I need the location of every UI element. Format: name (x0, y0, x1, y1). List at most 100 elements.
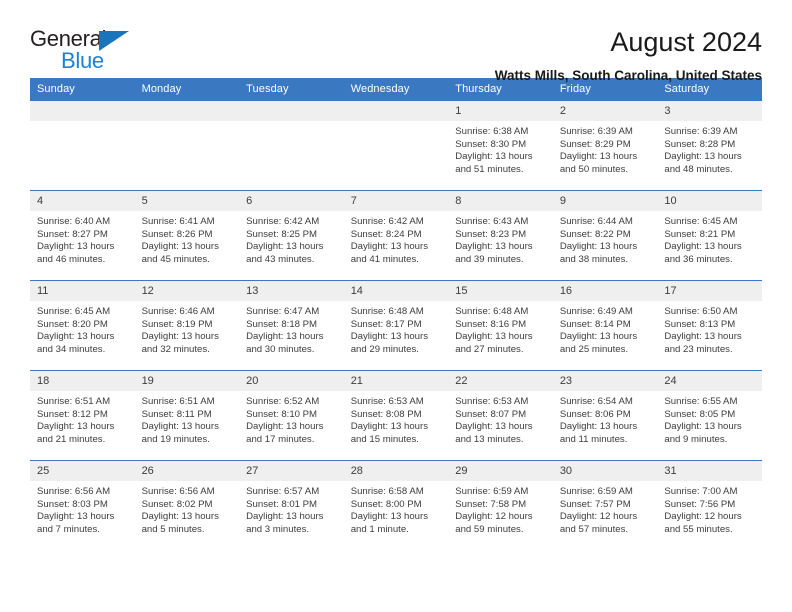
day-number: 4 (30, 191, 135, 211)
weekday-header-sunday: Sunday (30, 78, 135, 101)
calendar-day-cell[interactable]: 20 Sunrise: 6:52 AM Sunset: 8:10 PM Dayl… (239, 370, 344, 461)
calendar-day-cell[interactable]: 14 Sunrise: 6:48 AM Sunset: 8:17 PM Dayl… (343, 280, 449, 371)
day-info: Sunrise: 6:48 AM Sunset: 8:16 PM Dayligh… (448, 301, 553, 356)
calendar-day-cell[interactable]: 17 Sunrise: 6:50 AM Sunset: 8:13 PM Dayl… (657, 280, 762, 371)
sunset-text: Sunset: 8:06 PM (559, 408, 631, 420)
day-number: 8 (448, 191, 553, 211)
day-number (239, 101, 344, 121)
calendar-day-cell[interactable] (134, 100, 240, 191)
calendar-week-row: 4 Sunrise: 6:40 AM Sunset: 8:27 PM Dayli… (30, 190, 762, 281)
daylight-text-line2: and 45 minutes. (141, 253, 210, 265)
day-number: 20 (239, 371, 344, 391)
calendar-day-cell[interactable]: 25 Sunrise: 6:56 AM Sunset: 8:03 PM Dayl… (30, 460, 135, 550)
sunset-text: Sunset: 8:00 PM (350, 498, 422, 510)
day-info: Sunrise: 6:50 AM Sunset: 8:13 PM Dayligh… (657, 301, 762, 356)
day-number: 7 (343, 191, 449, 211)
calendar-day-cell[interactable]: 4 Sunrise: 6:40 AM Sunset: 8:27 PM Dayli… (30, 190, 135, 281)
sunrise-text: Sunrise: 6:41 AM (141, 216, 215, 227)
sunset-text: Sunset: 8:21 PM (664, 228, 736, 240)
day-info: Sunrise: 6:52 AM Sunset: 8:10 PM Dayligh… (239, 391, 344, 446)
daylight-text-line1: Daylight: 13 hours (37, 331, 115, 343)
calendar-day-cell[interactable]: 10 Sunrise: 6:45 AM Sunset: 8:21 PM Dayl… (657, 190, 762, 281)
day-info: Sunrise: 6:56 AM Sunset: 8:02 PM Dayligh… (135, 481, 240, 536)
day-number: 24 (657, 371, 762, 391)
daylight-text-line1: Daylight: 13 hours (559, 151, 638, 163)
calendar-day-cell[interactable]: 21 Sunrise: 6:53 AM Sunset: 8:08 PM Dayl… (343, 370, 449, 461)
daylight-text-line1: Daylight: 13 hours (37, 241, 115, 253)
calendar-day-cell[interactable]: 13 Sunrise: 6:47 AM Sunset: 8:18 PM Dayl… (239, 280, 344, 371)
day-info: Sunrise: 6:42 AM Sunset: 8:24 PM Dayligh… (344, 211, 449, 266)
day-number: 29 (448, 461, 553, 481)
day-number: 5 (134, 191, 240, 211)
calendar-day-cell[interactable]: 23 Sunrise: 6:54 AM Sunset: 8:06 PM Dayl… (552, 370, 658, 461)
calendar-day-cell[interactable]: 30 Sunrise: 6:59 AM Sunset: 7:57 PM Dayl… (552, 460, 658, 550)
calendar-day-cell[interactable]: 5 Sunrise: 6:41 AM Sunset: 8:26 PM Dayli… (134, 190, 240, 281)
weekday-header-wednesday: Wednesday (343, 78, 449, 101)
calendar-day-cell[interactable]: 8 Sunrise: 6:43 AM Sunset: 8:23 PM Dayli… (448, 190, 553, 281)
day-number: 13 (239, 281, 344, 301)
day-info: Sunrise: 6:45 AM Sunset: 8:21 PM Dayligh… (657, 211, 762, 266)
daylight-text-line2: and 34 minutes. (37, 343, 106, 355)
sunrise-text: Sunrise: 6:56 AM (37, 486, 111, 497)
daylight-text-line2: and 5 minutes. (141, 523, 205, 535)
calendar-day-cell[interactable]: 15 Sunrise: 6:48 AM Sunset: 8:16 PM Dayl… (448, 280, 553, 371)
daylight-text-line1: Daylight: 13 hours (559, 421, 638, 433)
daylight-text-line1: Daylight: 13 hours (455, 331, 533, 343)
calendar-day-cell[interactable]: 28 Sunrise: 6:58 AM Sunset: 8:00 PM Dayl… (343, 460, 449, 550)
sunset-text: Sunset: 8:20 PM (37, 318, 108, 330)
day-info: Sunrise: 6:45 AM Sunset: 8:20 PM Dayligh… (30, 301, 135, 356)
general-blue-logo[interactable]: General Blue (30, 26, 150, 78)
calendar-day-cell[interactable]: 3 Sunrise: 6:39 AM Sunset: 8:28 PM Dayli… (657, 100, 762, 191)
calendar-day-cell[interactable]: 1 Sunrise: 6:38 AM Sunset: 8:30 PM Dayli… (448, 100, 553, 191)
day-info: Sunrise: 6:40 AM Sunset: 8:27 PM Dayligh… (30, 211, 135, 266)
calendar-day-cell[interactable]: 26 Sunrise: 6:56 AM Sunset: 8:02 PM Dayl… (134, 460, 240, 550)
sunrise-text: Sunrise: 6:55 AM (664, 396, 738, 407)
sunset-text: Sunset: 8:16 PM (455, 318, 527, 330)
sunset-text: Sunset: 8:11 PM (141, 408, 212, 420)
sunset-text: Sunset: 7:58 PM (455, 498, 527, 510)
calendar-day-cell[interactable]: 31 Sunrise: 7:00 AM Sunset: 7:56 PM Dayl… (657, 460, 762, 550)
calendar-day-cell[interactable]: 11 Sunrise: 6:45 AM Sunset: 8:20 PM Dayl… (30, 280, 135, 371)
calendar-week-row: 18 Sunrise: 6:51 AM Sunset: 8:12 PM Dayl… (30, 370, 762, 461)
sunset-text: Sunset: 8:18 PM (246, 318, 318, 330)
sunrise-text: Sunrise: 6:59 AM (455, 486, 529, 497)
day-info: Sunrise: 6:55 AM Sunset: 8:05 PM Dayligh… (657, 391, 762, 446)
calendar-day-cell[interactable]: 29 Sunrise: 6:59 AM Sunset: 7:58 PM Dayl… (448, 460, 553, 550)
day-info: Sunrise: 6:57 AM Sunset: 8:01 PM Dayligh… (239, 481, 344, 536)
sunrise-text: Sunrise: 6:57 AM (246, 486, 320, 497)
sunset-text: Sunset: 8:12 PM (37, 408, 108, 420)
day-info: Sunrise: 6:43 AM Sunset: 8:23 PM Dayligh… (448, 211, 553, 266)
sunrise-text: Sunrise: 6:52 AM (246, 396, 320, 407)
calendar-day-cell[interactable] (239, 100, 344, 191)
calendar-day-cell[interactable]: 18 Sunrise: 6:51 AM Sunset: 8:12 PM Dayl… (30, 370, 135, 461)
sunrise-text: Sunrise: 6:51 AM (141, 396, 215, 407)
day-number: 15 (448, 281, 553, 301)
daylight-text-line1: Daylight: 13 hours (141, 241, 219, 253)
sunset-text: Sunset: 8:01 PM (246, 498, 318, 510)
daylight-text-line1: Daylight: 13 hours (664, 241, 742, 253)
daylight-text-line2: and 11 minutes. (559, 433, 628, 445)
day-info: Sunrise: 6:41 AM Sunset: 8:26 PM Dayligh… (135, 211, 240, 266)
calendar-day-cell[interactable]: 7 Sunrise: 6:42 AM Sunset: 8:24 PM Dayli… (343, 190, 449, 281)
daylight-text-line2: and 48 minutes. (664, 163, 733, 175)
calendar-day-cell[interactable]: 6 Sunrise: 6:42 AM Sunset: 8:25 PM Dayli… (239, 190, 344, 281)
calendar-day-cell[interactable] (343, 100, 449, 191)
calendar-day-cell[interactable]: 22 Sunrise: 6:53 AM Sunset: 8:07 PM Dayl… (448, 370, 553, 461)
day-number: 31 (657, 461, 762, 481)
sunrise-text: Sunrise: 6:39 AM (664, 126, 738, 137)
calendar-day-cell[interactable]: 12 Sunrise: 6:46 AM Sunset: 8:19 PM Dayl… (134, 280, 240, 371)
calendar-day-cell[interactable]: 9 Sunrise: 6:44 AM Sunset: 8:22 PM Dayli… (552, 190, 658, 281)
calendar-day-cell[interactable]: 24 Sunrise: 6:55 AM Sunset: 8:05 PM Dayl… (657, 370, 762, 461)
calendar-day-cell[interactable]: 2 Sunrise: 6:39 AM Sunset: 8:29 PM Dayli… (552, 100, 658, 191)
location-subtitle: Watts Mills, South Carolina, United Stat… (494, 68, 762, 83)
calendar-day-cell[interactable]: 27 Sunrise: 6:57 AM Sunset: 8:01 PM Dayl… (239, 460, 344, 550)
daylight-text-line1: Daylight: 13 hours (350, 511, 429, 523)
page-title: August 2024 (610, 27, 762, 57)
day-info (30, 121, 135, 126)
day-number: 14 (343, 281, 449, 301)
calendar-day-cell[interactable]: 19 Sunrise: 6:51 AM Sunset: 8:11 PM Dayl… (134, 370, 240, 461)
calendar-day-cell[interactable] (30, 100, 135, 191)
sunset-text: Sunset: 7:57 PM (559, 498, 631, 510)
calendar-day-cell[interactable]: 16 Sunrise: 6:49 AM Sunset: 8:14 PM Dayl… (552, 280, 658, 371)
daylight-text-line2: and 19 minutes. (141, 433, 210, 445)
